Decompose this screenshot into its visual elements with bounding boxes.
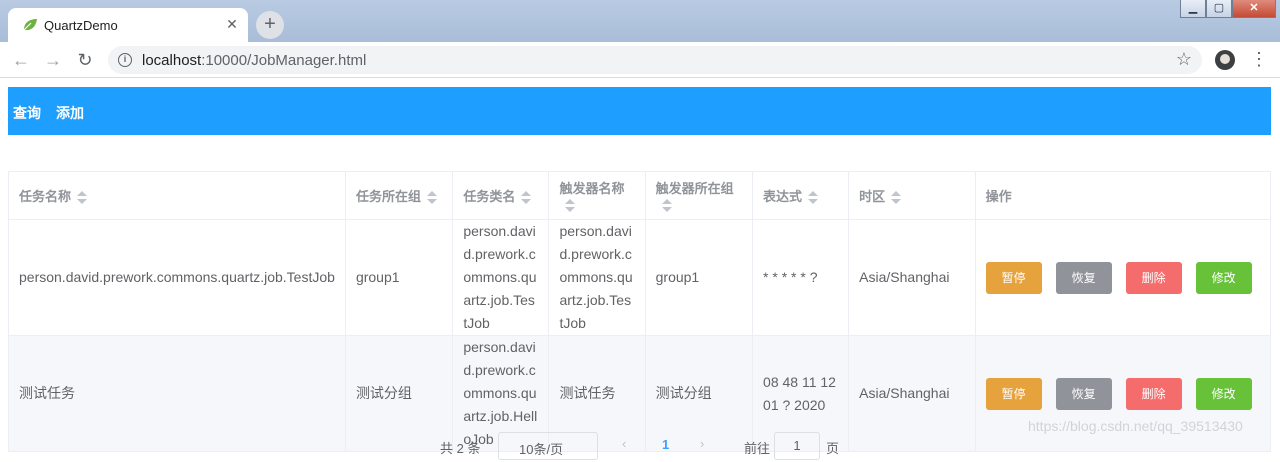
header-label: 任务名称	[19, 189, 72, 204]
tab-title: QuartzDemo	[44, 18, 118, 33]
header-job-name[interactable]: 任务名称	[8, 171, 346, 220]
sort-icon[interactable]	[808, 190, 819, 205]
current-page[interactable]: 1	[662, 437, 669, 452]
cell-trigger-group: group1	[644, 219, 754, 336]
header-job-class[interactable]: 任务类名	[452, 171, 550, 220]
cell-job-group: group1	[344, 219, 454, 336]
next-page-button[interactable]: ›	[700, 436, 704, 451]
nav-add-link[interactable]: 添加	[56, 103, 84, 123]
cell-job-name: 测试任务	[8, 335, 346, 452]
header-label: 时区	[859, 189, 886, 204]
leaf-favicon-icon	[22, 19, 37, 32]
pause-button[interactable]: 暂停	[985, 377, 1042, 410]
window-controls: ▁ ▢ ✕	[1180, 0, 1276, 20]
header-label: 任务类名	[463, 189, 516, 204]
watermark: https://blog.csdn.net/qq_39513430	[1028, 418, 1243, 434]
info-icon[interactable]: i	[118, 53, 132, 67]
cell-job-name: person.david.prework.commons.quartz.job.…	[8, 219, 346, 336]
header-label: 任务所在组	[355, 189, 421, 204]
sort-icon[interactable]	[521, 190, 532, 205]
browser-tab[interactable]: QuartzDemo ✕	[8, 8, 248, 42]
back-arrow-icon[interactable]: ←	[10, 49, 32, 71]
table-row: person.david.prework.commons.quartz.job.…	[8, 219, 1272, 336]
sort-icon[interactable]	[426, 190, 437, 205]
table-row: 测试任务 测试分组 person.david.prework.commons.q…	[8, 335, 1272, 452]
cell-cron: * * * * * ?	[752, 219, 850, 336]
star-icon[interactable]: ☆	[1176, 49, 1192, 70]
edit-button[interactable]: 修改	[1195, 261, 1252, 294]
header-label: 表达式	[763, 189, 803, 204]
edit-button[interactable]: 修改	[1195, 377, 1252, 410]
browser-tab-strip: QuartzDemo ✕ + ▁ ▢ ✕	[0, 0, 1280, 42]
kebab-menu-icon[interactable]: ⋮	[1250, 48, 1268, 70]
cell-job-class: person.david.prework.commons.quartz.job.…	[452, 219, 550, 336]
header-label: 触发器所在组	[655, 181, 734, 197]
window-close-button[interactable]: ✕	[1232, 0, 1276, 18]
prev-page-button[interactable]: ‹	[622, 436, 626, 451]
page-size-value: 10条/页	[519, 442, 564, 457]
sort-icon[interactable]	[565, 198, 576, 213]
sort-icon[interactable]	[661, 198, 672, 213]
goto-suffix: 页	[826, 441, 840, 456]
close-icon[interactable]: ✕	[224, 16, 240, 33]
pagination-total: 共 2 条	[440, 441, 481, 456]
job-table: 任务名称 任务所在组 任务类名 触发器名称 触发器所在组 表达式 时区 操作 p…	[8, 171, 1272, 452]
goto-label: 前往	[744, 441, 771, 456]
header-trigger-group[interactable]: 触发器所在组	[644, 171, 754, 220]
cell-actions: 暂停 恢复 删除 修改	[974, 335, 1272, 452]
header-label: 触发器名称	[559, 181, 625, 197]
cell-actions: 暂停 恢复 删除 修改	[974, 219, 1272, 336]
resume-button[interactable]: 恢复	[1055, 377, 1112, 410]
maximize-button[interactable]: ▢	[1206, 0, 1232, 18]
pause-button[interactable]: 暂停	[985, 261, 1042, 294]
cell-timezone: Asia/Shanghai	[848, 335, 976, 452]
header-job-group[interactable]: 任务所在组	[344, 171, 454, 220]
header-trigger-name[interactable]: 触发器名称	[548, 171, 646, 220]
avatar[interactable]	[1215, 50, 1235, 70]
resume-button[interactable]: 恢复	[1055, 261, 1112, 294]
address-bar[interactable]: i localhost:10000/JobManager.html ☆	[108, 46, 1202, 74]
job-name-text: person.david.prework.commons.quartz.job.…	[19, 269, 335, 285]
job-name-text: 测试任务	[19, 385, 75, 401]
url-host: localhost	[142, 52, 202, 69]
cell-trigger-group: 测试分组	[644, 335, 754, 452]
header-label: 操作	[985, 189, 1012, 204]
cell-trigger-name: person.david.prework.commons.quartz.job.…	[548, 219, 646, 336]
url-path: :10000/JobManager.html	[201, 52, 367, 69]
top-nav-bar: 查询 添加	[8, 87, 1271, 135]
header-cron[interactable]: 表达式	[752, 171, 850, 220]
delete-button[interactable]: 删除	[1125, 261, 1182, 294]
header-actions: 操作	[974, 171, 1272, 220]
cell-job-group: 测试分组	[344, 335, 454, 452]
nav-query-link[interactable]: 查询	[13, 103, 41, 123]
cell-timezone: Asia/Shanghai	[848, 219, 976, 336]
delete-button[interactable]: 删除	[1125, 377, 1182, 410]
sort-icon[interactable]	[891, 190, 902, 205]
forward-arrow-icon[interactable]: →	[42, 49, 64, 71]
browser-toolbar: ← → ↻ i localhost:10000/JobManager.html …	[0, 42, 1280, 78]
reload-icon[interactable]: ↻	[74, 49, 96, 71]
page-size-select[interactable]: 10条/页	[498, 432, 598, 460]
minimize-button[interactable]: ▁	[1180, 0, 1206, 18]
sort-icon[interactable]	[77, 190, 88, 205]
table-header-row: 任务名称 任务所在组 任务类名 触发器名称 触发器所在组 表达式 时区 操作	[8, 171, 1272, 220]
new-tab-button[interactable]: +	[256, 11, 284, 39]
url-text[interactable]: localhost:10000/JobManager.html	[142, 52, 366, 69]
header-timezone[interactable]: 时区	[848, 171, 976, 220]
plus-icon: +	[264, 13, 276, 35]
goto-page-input[interactable]: 1	[774, 432, 820, 460]
